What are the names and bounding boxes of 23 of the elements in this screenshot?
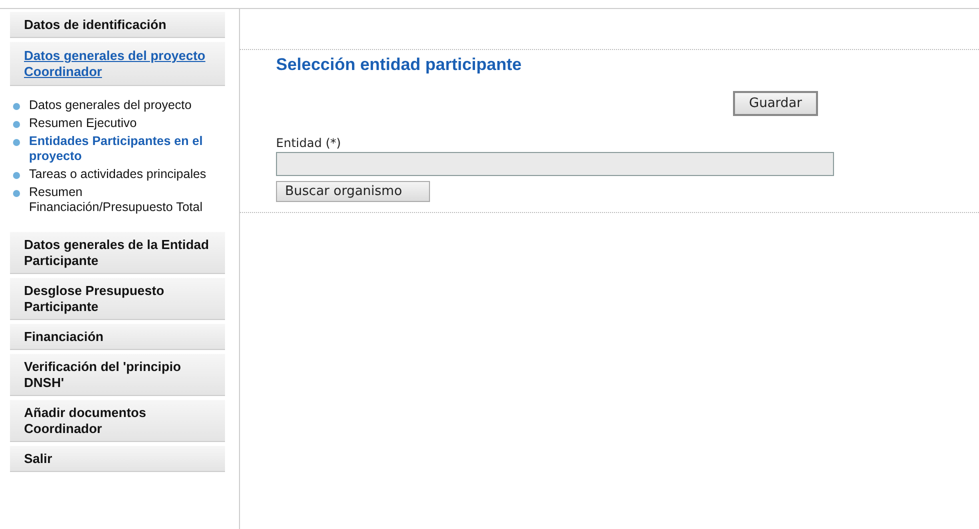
- sidebar-title: Datos de identificación: [10, 12, 225, 38]
- bullet-icon: [13, 103, 20, 110]
- sidebar-item[interactable]: Desglose Presupuesto Participante: [10, 278, 225, 320]
- sidebar-item[interactable]: Añadir documentos Coordinador: [10, 400, 225, 442]
- sidebar-item[interactable]: Datos generales de la Entidad Participante: [10, 232, 225, 274]
- submenu-link[interactable]: Resumen Ejecutivo: [29, 116, 137, 131]
- save-button[interactable]: Guardar: [733, 91, 818, 116]
- bullet-icon: [13, 139, 20, 146]
- bullet-icon: [13, 121, 20, 128]
- sidebar-item[interactable]: Verificación del 'principio DNSH': [10, 354, 225, 396]
- submenu-link[interactable]: Datos generales del proyecto: [29, 98, 192, 113]
- bullet-icon: [13, 172, 20, 179]
- submenu-link[interactable]: Tareas o actividades principales: [29, 167, 206, 182]
- section-heading: Selección entidad participante: [276, 54, 523, 76]
- sidebar-item[interactable]: Financiación: [10, 324, 225, 350]
- submenu-link[interactable]: Entidades Participantes en el proyecto: [29, 134, 225, 164]
- sidebar-item[interactable]: Datos generales del proyecto Coordinador: [10, 42, 225, 86]
- bullet-icon: [13, 190, 20, 197]
- field-label: Entidad (*): [276, 136, 342, 150]
- search-button[interactable]: Buscar organismo: [276, 181, 430, 202]
- entity-field[interactable]: [276, 152, 834, 176]
- sidebar-item[interactable]: Salir: [10, 446, 225, 472]
- submenu-link[interactable]: Resumen Financiación/Presupuesto Total: [29, 185, 225, 215]
